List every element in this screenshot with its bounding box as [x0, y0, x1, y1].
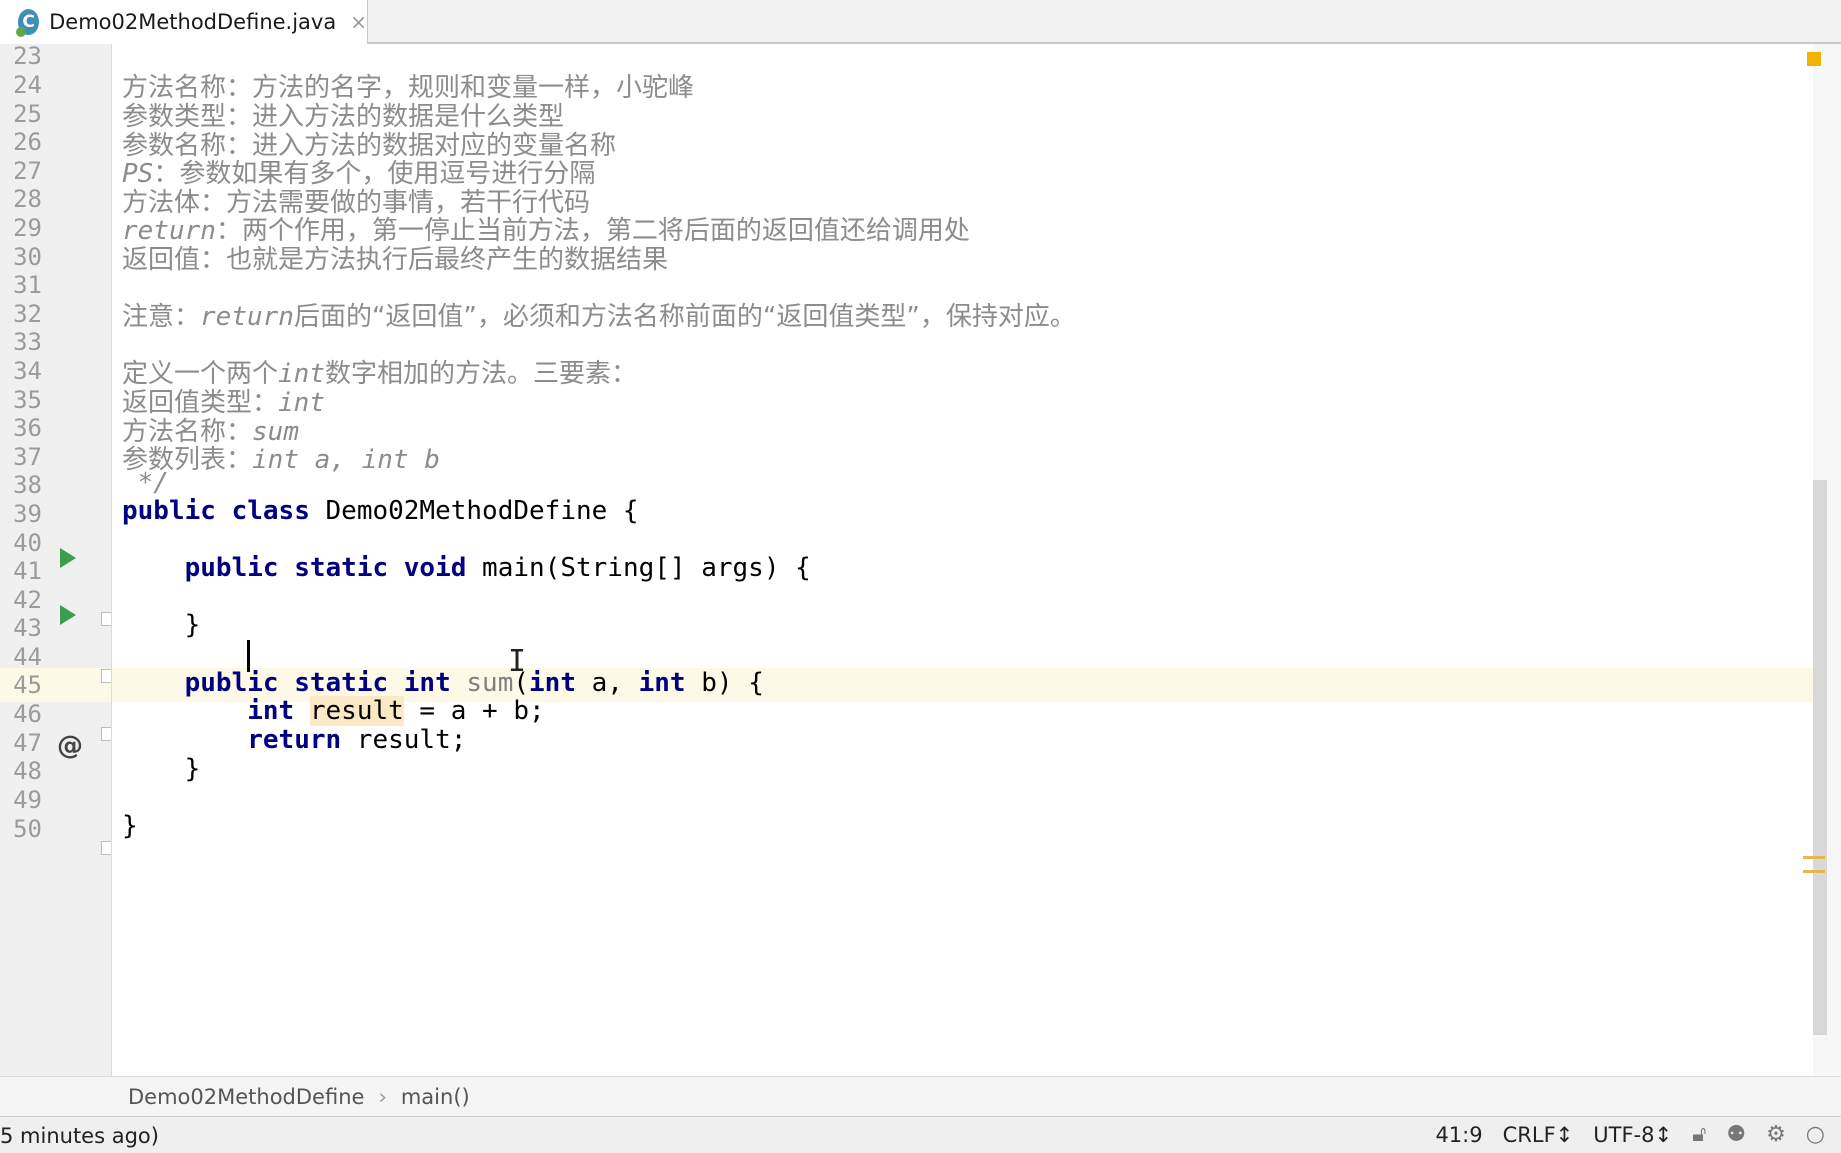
inspector-icon[interactable]: ⚉: [1726, 1122, 1746, 1147]
usage-marker[interactable]: [1803, 870, 1825, 873]
implements-at-icon[interactable]: @: [57, 729, 83, 763]
breadcrumb: Demo02MethodDefine › main(): [0, 1076, 1841, 1116]
code-line-36: 参数列表：int a, int b: [122, 445, 440, 475]
tab-demo02methoddefine[interactable]: C Demo02MethodDefine.java ×: [0, 0, 368, 44]
breadcrumb-class[interactable]: Demo02MethodDefine: [128, 1085, 364, 1109]
warning-marker-icon[interactable]: [1807, 52, 1821, 66]
usage-marker[interactable]: [1803, 856, 1825, 859]
text-caret: [247, 640, 250, 672]
caret-position[interactable]: 41:9: [1435, 1123, 1482, 1147]
line-number: 50: [13, 815, 42, 843]
line-separator-selector[interactable]: CRLF↕: [1503, 1123, 1574, 1147]
encoding-selector[interactable]: UTF-8↕: [1593, 1123, 1672, 1147]
code-line-31: 注意：return后面的“返回值”，必须和方法名称前面的“返回值类型”，保持对应…: [122, 302, 1076, 332]
code-line-42: }: [122, 610, 201, 640]
editor-tab-bar: C Demo02MethodDefine.java ×: [0, 0, 1841, 44]
status-bar: 5 minutes ago) 41:9 CRLF↕ UTF-8↕ 🔓︎ ⚉ ⚙ …: [0, 1116, 1841, 1153]
fold-main-icon[interactable]: [101, 612, 111, 626]
ibeam-cursor-icon: I: [508, 644, 527, 679]
lock-icon[interactable]: 🔓︎: [1692, 1122, 1706, 1147]
run-main-icon[interactable]: [60, 605, 76, 625]
breadcrumb-method[interactable]: main(): [401, 1085, 470, 1109]
scrollbar-thumb[interactable]: [1813, 480, 1827, 1035]
highlighted-variable: result: [309, 696, 404, 726]
code-editor[interactable]: 方法名称：方法的名字，规则和变量一样，小驼峰 参数类型：进入方法的数据是什么类型…: [112, 44, 1813, 1076]
status-message: 5 minutes ago): [0, 1124, 159, 1148]
fold-end-main-icon[interactable]: [101, 669, 111, 683]
code-line-29: 返回值：也就是方法执行后最终产生的数据结果: [122, 245, 669, 275]
close-tab-icon[interactable]: ×: [350, 10, 367, 34]
breadcrumb-separator: ›: [378, 1084, 387, 1109]
java-class-icon: C: [15, 9, 40, 37]
code-line-49: }: [122, 811, 138, 841]
event-log-icon[interactable]: ○: [1806, 1122, 1825, 1147]
code-line-38: public class Demo02MethodDefine {: [122, 496, 639, 526]
fold-sum-icon[interactable]: [101, 727, 111, 741]
code-line-40: public static void main(String[] args) {: [184, 553, 811, 583]
code-line-47: }: [122, 754, 201, 784]
fold-end-sum-icon[interactable]: [101, 841, 111, 855]
editor-gutter: 23 24 25 26 27 28 29 30 31 32 33 34 35 36 37 38 39 40 41 42…: [0, 44, 112, 1076]
gear-icon[interactable]: ⚙: [1766, 1122, 1786, 1147]
run-class-icon[interactable]: [60, 548, 76, 568]
tab-filename: Demo02MethodDefine.java: [49, 10, 337, 34]
